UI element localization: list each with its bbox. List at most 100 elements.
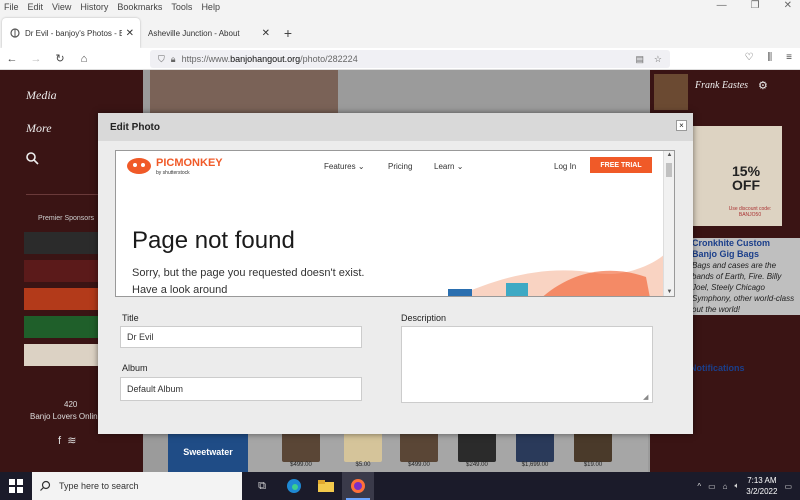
nav-divider	[26, 194, 106, 195]
tab-bar: Dr Evil - banjoy's Photos - Banjo H ✕ As…	[0, 14, 800, 48]
sponsor-banner[interactable]	[24, 232, 98, 254]
taskbar: Type here to search ⧉ ^ ▭ ⌂ 🔈︎ 7:13 AM 3…	[0, 472, 800, 500]
nav-pricing[interactable]: Pricing	[388, 162, 412, 171]
forward-arrow-icon[interactable]: →	[24, 53, 48, 65]
battery-icon[interactable]: ▭	[708, 482, 716, 491]
lock-icon[interactable]: 🔒︎	[171, 54, 176, 65]
rss-icon[interactable]: ≋	[67, 435, 76, 447]
clock[interactable]: 7:13 AM 3/2/2022	[746, 475, 777, 497]
title-label: Title	[122, 313, 139, 323]
not-found-heading: Page not found	[132, 227, 295, 254]
menu-history[interactable]: History	[80, 2, 108, 12]
new-tab-button[interactable]: +	[276, 18, 300, 48]
free-trial-button[interactable]: FREE TRIAL	[590, 157, 652, 173]
menu-tools[interactable]: Tools	[171, 2, 192, 12]
address-bar[interactable]: ⛉ 🔒︎ https://www. banjohangout.org/photo/…	[150, 50, 670, 68]
shield-icon[interactable]: ⛉	[158, 54, 165, 65]
product-item[interactable]: $1,699.00	[510, 432, 560, 468]
menu-file[interactable]: File	[4, 2, 19, 12]
toolbar-right: ♡ ⫼ ≡	[745, 52, 792, 63]
user-avatar[interactable]	[654, 74, 688, 110]
tab-close-icon[interactable]: ✕	[262, 28, 270, 39]
network-icon[interactable]: ⌂	[723, 482, 728, 491]
description-textarea[interactable]	[401, 326, 653, 403]
close-window-icon[interactable]: ✕	[784, 0, 792, 11]
user-name[interactable]: Frank Eastes	[695, 80, 748, 91]
album-select[interactable]: Default Album	[120, 377, 362, 401]
product-item[interactable]: $499.00	[276, 432, 326, 468]
windows-start-icon[interactable]	[0, 472, 32, 500]
chevron-up-icon[interactable]: ^	[697, 482, 701, 491]
nav-learn[interactable]: Learn ⌄	[434, 162, 463, 171]
nav-features[interactable]: Features ⌄	[324, 162, 365, 171]
ad-discount: 15% OFF	[732, 164, 760, 192]
bookmark-star-icon[interactable]: ☆	[654, 54, 662, 65]
ad-code: Use discount code: BANJO50	[728, 206, 772, 218]
search-placeholder: Type here to search	[59, 481, 139, 491]
url-prefix: https://www.	[181, 54, 231, 64]
modal-body: PICMONKEY by shutterstock Features ⌄ Pric…	[98, 141, 693, 434]
library-icon[interactable]: ⫼	[768, 52, 773, 63]
reader-view-icon[interactable]: ▤	[635, 54, 644, 65]
scroll-down-icon[interactable]: ▼	[664, 289, 674, 295]
menu-bookmarks[interactable]: Bookmarks	[117, 2, 162, 12]
nav-media[interactable]: Media	[26, 88, 57, 103]
close-icon[interactable]: ×	[676, 120, 687, 131]
volume-icon[interactable]: 🔈︎	[734, 481, 739, 491]
edge-browser-icon[interactable]	[278, 472, 310, 500]
notification-icon[interactable]: ▭	[784, 482, 792, 491]
not-found-text: Sorry, but the page you requested doesn'…	[132, 267, 365, 296]
gear-icon[interactable]: ⚙	[758, 79, 768, 92]
sweetwater-logo[interactable]: Sweetwater	[168, 432, 248, 472]
sponsor-banner[interactable]	[24, 288, 98, 310]
firefox-icon[interactable]	[342, 472, 374, 500]
scroll-thumb[interactable]	[666, 163, 672, 177]
resize-handle-icon[interactable]: ◢	[643, 393, 648, 401]
promo-link-gig-bags[interactable]: Banjo Gig Bags	[692, 249, 759, 259]
menu-view[interactable]: View	[52, 2, 71, 12]
menu-help[interactable]: Help	[201, 2, 220, 12]
menu-edit[interactable]: Edit	[28, 2, 44, 12]
embedded-page-frame[interactable]: PICMONKEY by shutterstock Features ⌄ Pric…	[115, 150, 675, 297]
product-item[interactable]: $499.00	[394, 432, 444, 468]
reload-icon[interactable]: ↻	[48, 52, 72, 65]
clock-date: 3/2/2022	[746, 487, 778, 496]
product-item[interactable]: $249.00	[452, 432, 502, 468]
sponsor-banner[interactable]	[24, 316, 98, 338]
picmonkey-logo[interactable]: PICMONKEY by shutterstock	[126, 157, 223, 178]
tab-close-icon[interactable]: ✕	[126, 28, 134, 39]
chevron-down-icon: ⌄	[357, 162, 365, 171]
tab-dr-evil[interactable]: Dr Evil - banjoy's Photos - Banjo H ✕	[2, 18, 140, 48]
tab-asheville-junction[interactable]: Asheville Junction - About ✕	[140, 18, 276, 48]
sponsor-banner[interactable]	[24, 344, 98, 366]
url-domain: banjohangout.org	[230, 54, 301, 64]
nav-more[interactable]: More	[26, 121, 52, 136]
scroll-up-icon[interactable]: ▲	[664, 152, 674, 158]
chevron-down-icon: ⌄	[456, 162, 464, 171]
window-controls: — ❐ ✕	[717, 0, 792, 11]
minimize-icon[interactable]: —	[717, 0, 727, 11]
photo-image	[150, 70, 338, 118]
facebook-icon[interactable]: f	[58, 435, 61, 447]
back-arrow-icon[interactable]: ←	[0, 53, 24, 65]
restore-icon[interactable]: ❐	[751, 0, 760, 11]
home-icon[interactable]: ⌂	[72, 53, 96, 65]
title-input[interactable]: Dr Evil	[120, 326, 362, 348]
clock-time: 7:13 AM	[747, 476, 777, 485]
online-label[interactable]: Banjo Lovers Online	[30, 412, 102, 421]
product-item[interactable]: $5.00	[338, 432, 388, 468]
search-icon[interactable]	[26, 152, 39, 168]
hamburger-menu-icon[interactable]: ≡	[786, 52, 792, 63]
notifications-link[interactable]: Notifications	[690, 363, 745, 373]
sponsor-banner[interactable]	[24, 260, 98, 282]
promo-link-cronkhite[interactable]: Cronkhite Custom	[692, 238, 770, 248]
iframe-scrollbar[interactable]: ▲ ▼	[663, 151, 674, 296]
taskbar-search[interactable]: Type here to search	[32, 472, 242, 500]
task-view-icon[interactable]: ⧉	[246, 472, 278, 500]
picmonkey-header: PICMONKEY by shutterstock Features ⌄ Pric…	[116, 151, 664, 181]
file-explorer-icon[interactable]	[310, 472, 342, 500]
product-item[interactable]: $19.00	[568, 432, 618, 468]
login-link[interactable]: Log In	[554, 162, 576, 171]
system-tray: ^ ▭ ⌂ 🔈︎ 7:13 AM 3/2/2022 ▭	[697, 472, 792, 500]
pocket-icon[interactable]: ♡	[745, 52, 754, 63]
